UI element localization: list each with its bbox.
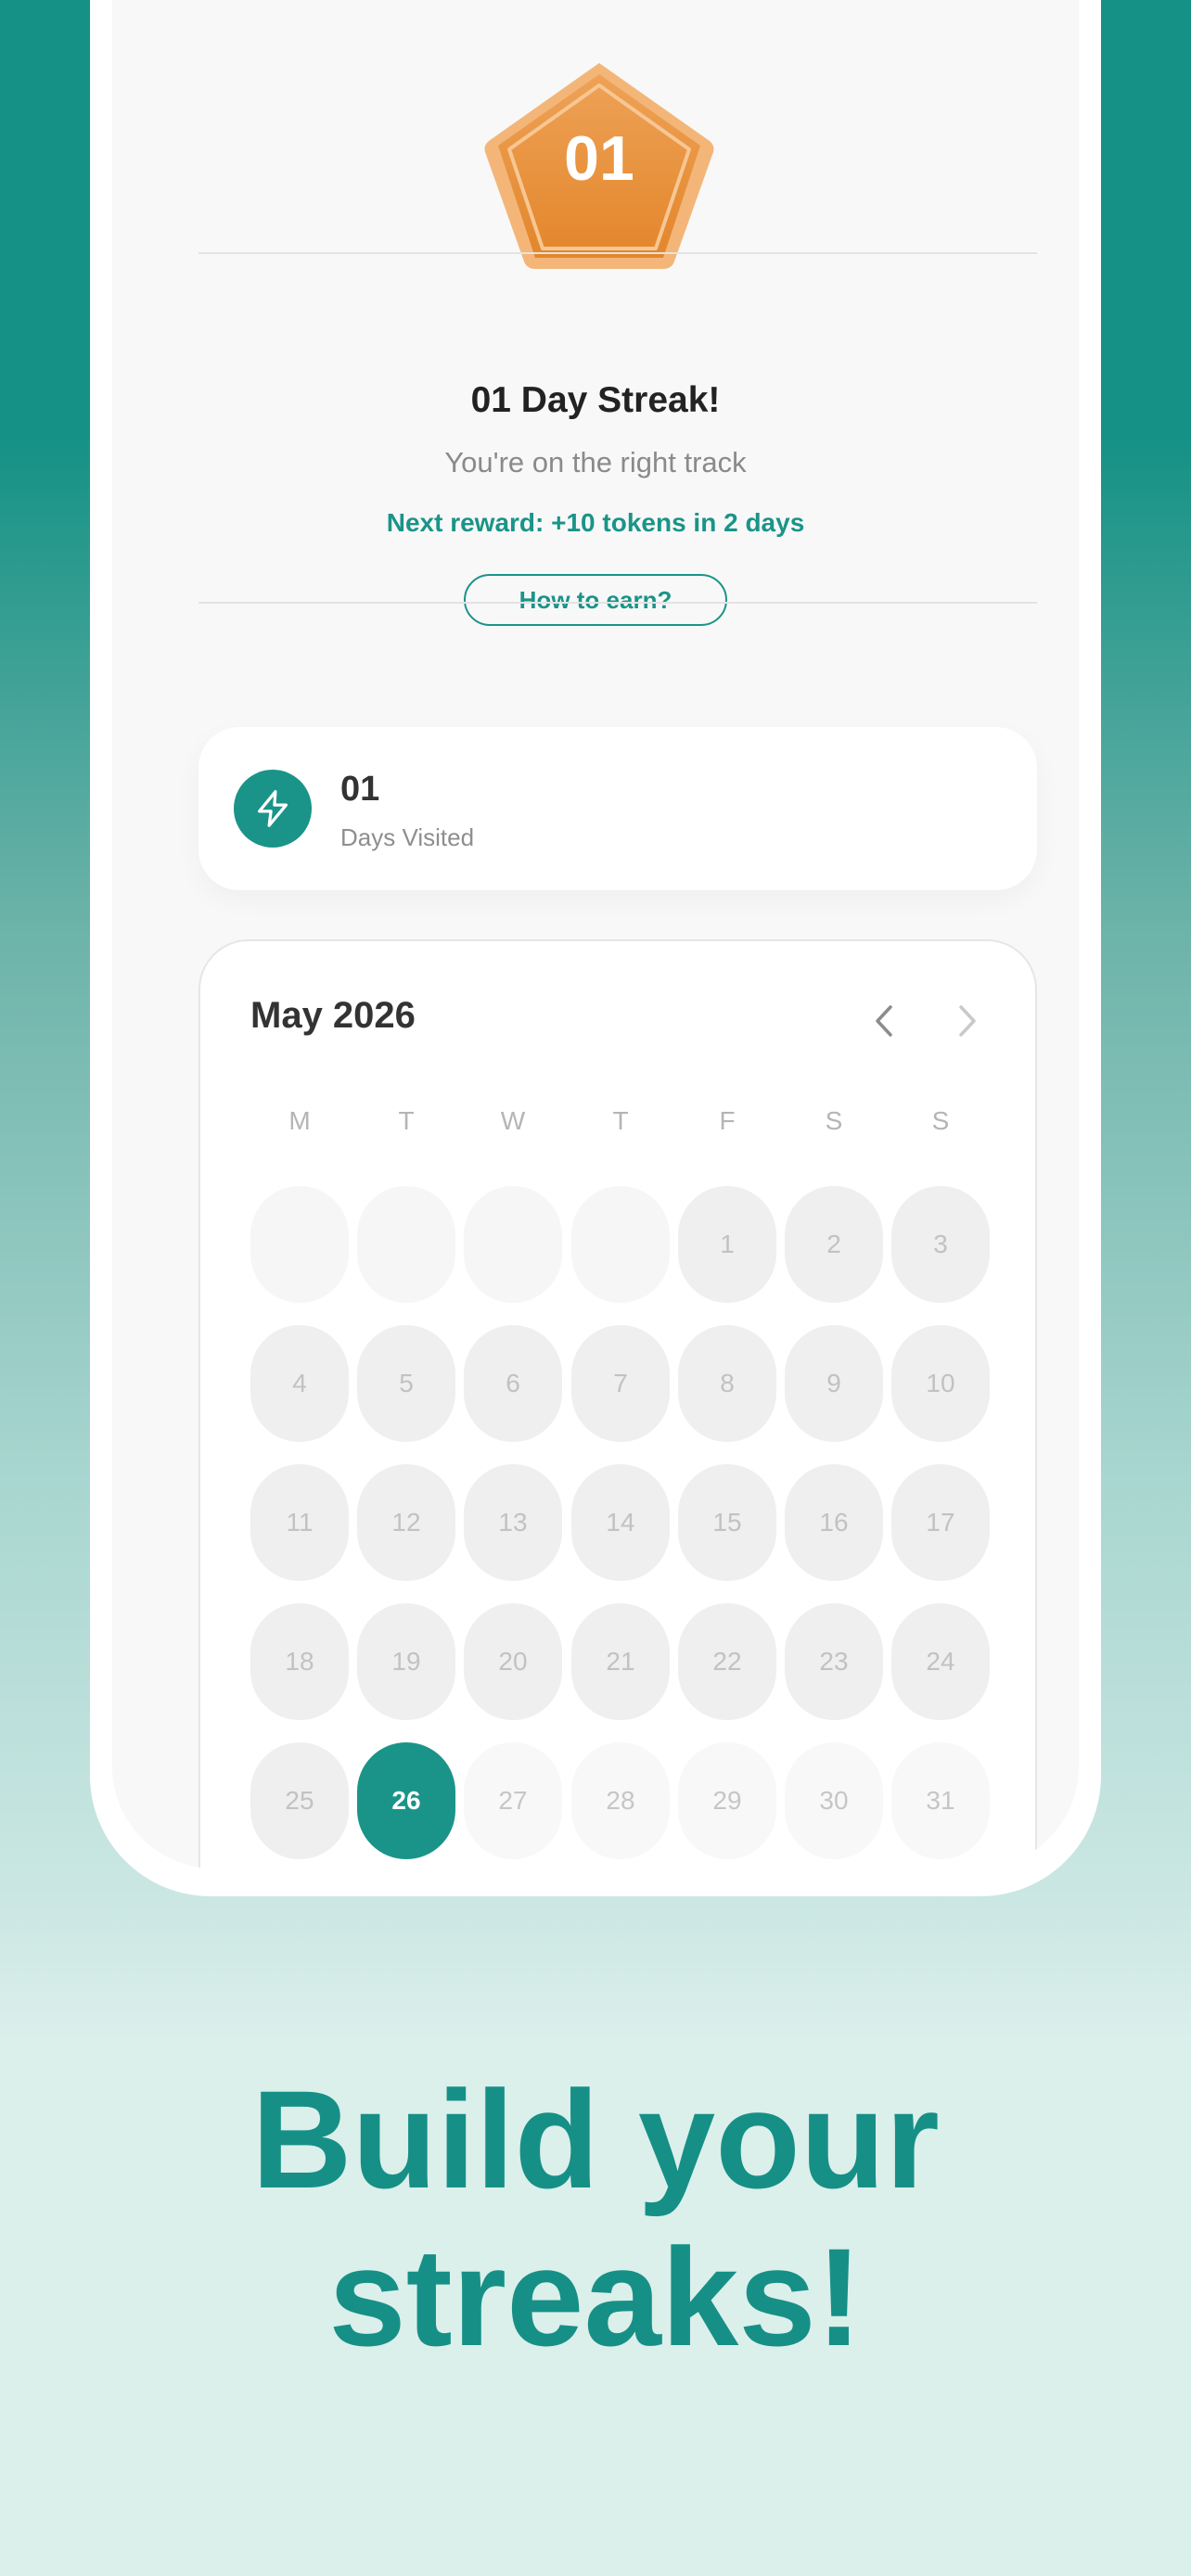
headline-line-1: Build your: [251, 2061, 940, 2217]
prev-month-button[interactable]: [857, 993, 913, 1049]
headline-line-2: streaks!: [328, 2219, 863, 2375]
next-reward-text: Next reward: +10 tokens in 2 days: [386, 508, 805, 537]
calendar-day[interactable]: 17: [891, 1464, 990, 1581]
calendar-empty-cell: [464, 1186, 562, 1303]
calendar-day[interactable]: 4: [250, 1325, 349, 1442]
calendar-day[interactable]: 18: [250, 1603, 349, 1720]
weekday-label: T: [612, 1106, 629, 1135]
calendar-day[interactable]: 6: [464, 1325, 562, 1442]
divider-top: [198, 252, 1037, 254]
days-visited-label: Days Visited: [340, 823, 475, 851]
calendar-day[interactable]: 15: [678, 1464, 776, 1581]
calendar-day-today[interactable]: 26: [357, 1742, 455, 1859]
calendar-day[interactable]: 23: [785, 1603, 883, 1720]
calendar-day[interactable]: 14: [571, 1464, 670, 1581]
calendar-day[interactable]: 31: [891, 1742, 990, 1859]
chevron-right-icon: [959, 1005, 976, 1037]
calendar-day[interactable]: 7: [571, 1325, 670, 1442]
phone-frame: 01 01 Day Streak! You're on the right tr…: [90, 0, 1101, 1896]
calendar-day[interactable]: 29: [678, 1742, 776, 1859]
weekday-label: T: [398, 1106, 415, 1135]
weekday-label: S: [825, 1106, 843, 1135]
calendar-day[interactable]: 16: [785, 1464, 883, 1581]
calendar-day[interactable]: 9: [785, 1325, 883, 1442]
lightning-icon: [234, 770, 312, 848]
calendar-day[interactable]: 12: [357, 1464, 455, 1581]
weekday-label: S: [931, 1106, 950, 1135]
streak-subtitle: You're on the right track: [444, 446, 747, 478]
calendar-empty-cell: [250, 1186, 349, 1303]
calendar-day[interactable]: 3: [891, 1186, 990, 1303]
calendar-day[interactable]: 21: [571, 1603, 670, 1720]
calendar-day[interactable]: 25: [250, 1742, 349, 1859]
calendar-day[interactable]: 10: [891, 1325, 990, 1442]
streak-badge: 01: [478, 56, 721, 278]
weekday-label: W: [500, 1106, 526, 1135]
calendar-day[interactable]: 8: [678, 1325, 776, 1442]
days-visited-card: 01 Days Visited: [198, 727, 1037, 890]
calendar-empty-cell: [357, 1186, 455, 1303]
divider-bottom: [198, 602, 1037, 604]
weekday-label: M: [288, 1106, 311, 1135]
how-to-earn-button[interactable]: How to earn?: [464, 574, 727, 626]
next-month-button[interactable]: [939, 993, 994, 1049]
calendar-day[interactable]: 24: [891, 1603, 990, 1720]
calendar-day[interactable]: 2: [785, 1186, 883, 1303]
days-visited-value: 01: [340, 770, 380, 809]
badge-number: 01: [564, 123, 634, 194]
weekday-label: F: [719, 1106, 736, 1135]
calendar-day[interactable]: 27: [464, 1742, 562, 1859]
calendar-month-title: May 2026: [250, 995, 416, 1036]
chevron-left-icon: [876, 1005, 892, 1037]
calendar-day[interactable]: 1: [678, 1186, 776, 1303]
calendar-day[interactable]: 13: [464, 1464, 562, 1581]
calendar-day[interactable]: 20: [464, 1603, 562, 1720]
calendar-day[interactable]: 30: [785, 1742, 883, 1859]
app-screen: 01 01 Day Streak! You're on the right tr…: [112, 0, 1079, 1868]
calendar-card: May 2026 MTWTFSS 1 2 3 4 5 6 7 8 9 10 11 12 13 14 15 16…: [198, 939, 1037, 1868]
calendar-empty-cell: [571, 1186, 670, 1303]
calendar-day[interactable]: 19: [357, 1603, 455, 1720]
promo-headline: Build your streaks!: [0, 2060, 1191, 2376]
calendar-day[interactable]: 11: [250, 1464, 349, 1581]
calendar-day[interactable]: 5: [357, 1325, 455, 1442]
calendar-day[interactable]: 22: [678, 1603, 776, 1720]
streak-title: 01 Day Streak!: [470, 380, 721, 420]
calendar-day[interactable]: 28: [571, 1742, 670, 1859]
